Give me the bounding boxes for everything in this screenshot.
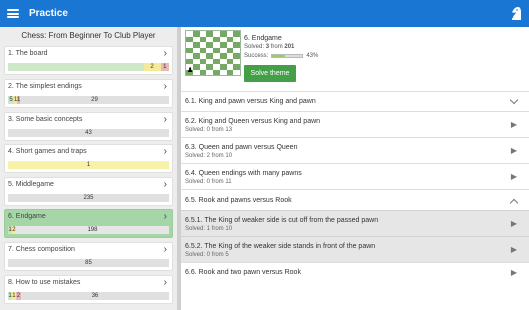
theme-row[interactable]: 6.6. Rook and two pawn versus Rook ▶ [181,262,529,282]
solved-prefix: Solved: [244,44,266,50]
chevron-right-icon: › [163,114,167,125]
progress-segment: 1 [8,161,169,169]
chapter-label: 7. Chess composition [8,246,75,253]
pawn-piece: ♟ [187,67,194,74]
chapter-progress-bar: 43 [8,129,169,137]
board-square [233,69,240,75]
play-icon: ▶ [510,120,517,129]
chapter-label: 1. The board [8,50,48,57]
chevron-down-icon [509,95,519,105]
course-title: Chess: From Beginner To Club Player [21,31,156,40]
theme-title: 6.3. Queen and pawn versus Queen [185,144,298,151]
theme-title: 6.5. Rook and pawns versus Rook [185,197,292,204]
progress-segment: 29 [19,96,170,104]
page-title: Practice [29,8,68,19]
progress-segment [8,63,144,71]
theme-row[interactable]: 6.4. Queen endings with many pawns Solved… [181,163,529,189]
theme-solved: Solved: 0 from 5 [185,252,229,258]
theme-row[interactable]: 6.5.2. The King of the weaker side stand… [181,236,529,262]
board-square [213,69,220,75]
chapter-card[interactable]: 7. Chess composition › 85 [4,242,173,271]
progress-segment: 85 [8,259,169,267]
theme-title: 6.5.1. The King of weaker side is cut of… [185,217,379,224]
play-icon: ▶ [510,268,517,277]
chapter-card[interactable]: 5. Middlegame › 235 [4,177,173,206]
chapter-solved: Solved: 3 from 201 [244,44,294,50]
chapter-title: 6. Endgame [244,35,282,42]
chevron-right-icon: › [163,211,167,222]
chapter-card[interactable]: 2. The simplest endings › 5 1 1 29 [4,79,173,108]
success-value: 43% [306,53,319,59]
chapter-progress-bar: 85 [8,259,169,267]
theme-row[interactable]: 6.5.1. The King of weaker side is cut of… [181,210,529,236]
chapter-progress-bar: 235 [8,194,169,202]
theme-solved: Solved: 2 from 10 [185,153,233,159]
chapter-label: 6. Endgame [8,213,46,220]
theme-row[interactable]: 6.2. King and Queen versus King and pawn… [181,111,529,137]
course-panel: Chess: From Beginner To Club Player 1. T… [0,27,177,310]
chapter-label: 2. The simplest endings [8,83,82,90]
theme-title: 6.4. Queen endings with many pawns [185,170,302,177]
chapter-label: 3. Some basic concepts [8,116,83,123]
chapter-label: 8. How to use mistakes [8,279,81,286]
chevron-up-icon [509,198,519,208]
success-progress-bar [271,54,304,58]
chapter-success: Success: 43% [244,53,318,59]
chapter-progress-bar: 1 1 2 36 [8,292,169,300]
progress-segment: 1 [160,63,169,71]
theme-title: 6.1. King and pawn versus King and pawn [185,98,316,105]
chevron-right-icon: › [163,81,167,92]
solved-total: 201 [284,44,295,50]
theme-section-row[interactable]: 6.5. Rook and pawns versus Rook [181,189,529,210]
chapter-progress-bar: 1 2 198 [8,226,169,234]
board-square [226,69,234,75]
theme-section-row[interactable]: 6.1. King and pawn versus King and pawn [181,91,529,111]
solve-theme-button[interactable]: Solve theme [244,65,296,82]
chapter-progress-bar: 5 1 1 29 [8,96,170,104]
theme-title: 6.5.2. The King of the weaker side stand… [185,243,376,250]
chess-board-preview: ♟ [185,30,241,76]
progress-segment: 43 [8,129,169,137]
theme-solved: Solved: 0 from 13 [185,127,233,133]
progress-segment: 36 [20,292,169,300]
success-progress-fill [272,55,286,57]
chapter-detail-panel: ♟ 6. Endgame Solved: 3 from 201 Success:… [181,27,529,310]
success-label: Success: [244,53,269,59]
solved-mid: from [269,44,285,50]
chapter-progress-bar: 1 [8,161,169,169]
progress-segment: 235 [8,194,169,202]
app-bar: Practice [0,0,529,27]
board-square [206,69,213,75]
chapter-card[interactable]: 3. Some basic concepts › 43 [4,112,173,141]
chevron-right-icon: › [163,277,167,288]
menu-icon[interactable] [7,9,19,18]
chapter-progress-bar: 21 [8,63,169,71]
board-square [199,69,207,75]
theme-title: 6.2. King and Queen versus King and pawn [185,118,321,125]
play-icon: ▶ [510,245,517,254]
knight-logo-icon[interactable] [508,5,524,21]
play-icon: ▶ [510,219,517,228]
chevron-right-icon: › [163,179,167,190]
chevron-right-icon: › [163,48,167,59]
board-square [219,69,227,75]
play-icon: ▶ [510,172,517,181]
chapter-card[interactable]: 4. Short games and traps › 1 [4,144,173,173]
progress-segment: 2 [143,63,161,71]
board-square [192,69,200,75]
theme-solved: Solved: 0 from 11 [185,179,232,185]
chapter-label: 4. Short games and traps [8,148,87,155]
chapter-card[interactable]: 6. Endgame › 1 2 198 [4,209,173,238]
theme-row[interactable]: 6.3. Queen and pawn versus Queen Solved: … [181,137,529,163]
theme-title: 6.6. Rook and two pawn versus Rook [185,269,301,276]
chapter-label: 5. Middlegame [8,181,54,188]
chapter-card[interactable]: 8. How to use mistakes › 1 1 2 36 [4,275,173,304]
play-icon: ▶ [510,146,517,155]
chevron-right-icon: › [163,244,167,255]
chapter-card[interactable]: 1. The board › 2 1 [4,46,173,75]
theme-solved: Solved: 1 from 10 [185,226,233,232]
progress-segment: 198 [15,226,169,234]
chevron-right-icon: › [163,146,167,157]
